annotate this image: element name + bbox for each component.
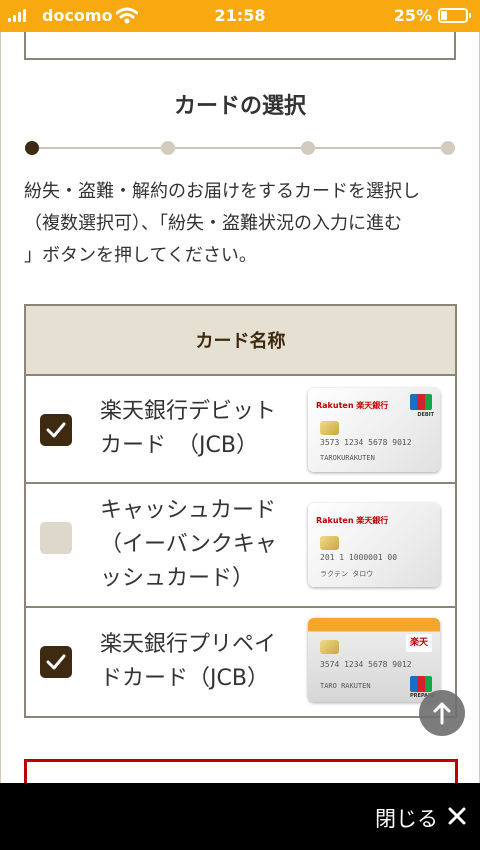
- card-type-tag: DEBIT: [417, 412, 434, 418]
- instructions-line: （複数選択可）、「紛失・盗難状況の入力に進む: [24, 213, 402, 234]
- card-brand-text: Rakuten 楽天銀行: [316, 516, 389, 525]
- card-brand-text: 楽天: [406, 634, 432, 652]
- card-number: 3573 1234 5678 9012: [320, 438, 412, 447]
- card-name-line: カード （JCB）: [100, 433, 258, 458]
- chip-icon: [320, 421, 339, 435]
- close-icon[interactable]: [448, 807, 466, 825]
- jcb-logo-icon: [410, 394, 432, 410]
- card-holder: TARO RAKUTEN: [320, 682, 371, 690]
- card-name-line: 楽天銀行デビット: [100, 399, 277, 424]
- card-name-line: 楽天銀行プリペイ: [100, 632, 277, 657]
- debit-card-image: Rakuten 楽天銀行 DEBIT 3573 1234 5678 9012 T…: [308, 388, 440, 472]
- checkmark-icon: [46, 654, 66, 670]
- instructions-text: 紛失・盗難・解約のお届けをするカードを選択し （複数選択可）、「紛失・盗難状況の…: [24, 176, 460, 272]
- card-brand-text: Rakuten 楽天銀行: [316, 401, 389, 410]
- card-name: 楽天銀行デビット カード （JCB）: [100, 395, 300, 463]
- progress-stepper: [25, 138, 455, 158]
- card-holder: ラクテン タロウ: [320, 570, 374, 578]
- stepper-line: [30, 147, 450, 149]
- card-name-line: キャッシュカード: [100, 498, 277, 523]
- card-number: 201 1 1000001 00: [320, 553, 398, 562]
- instructions-line: 」ボタンを押してください。: [24, 245, 257, 266]
- table-row-cash-card[interactable]: キャッシュカード （イーバンクキャ ッシュカード） Rakuten 楽天銀行 2…: [26, 484, 455, 608]
- chip-icon: [320, 640, 339, 654]
- card-name-line: （イーバンクキャ: [100, 532, 277, 557]
- card-name-line: ドカード（JCB）: [100, 666, 269, 691]
- arrow-up-icon: [433, 702, 451, 725]
- cash-card-image: Rakuten 楽天銀行 201 1 1000001 00 ラクテン タロウ: [308, 503, 440, 587]
- battery-percent: 25%: [393, 6, 432, 25]
- card-name: 楽天銀行プリペイ ドカード（JCB）: [100, 628, 300, 696]
- checkbox-debit-card[interactable]: [40, 414, 72, 446]
- instructions-line: 紛失・盗難・解約のお届けをするカードを選択し: [24, 181, 420, 202]
- prepaid-card-image: 楽天 3574 1234 5678 9012 TARO RAKUTEN PREP…: [308, 618, 440, 702]
- card-selection-table: カード名称 楽天銀行デビット カード （JCB） Rakuten 楽天銀行 DE…: [24, 304, 457, 718]
- table-header-card-name: カード名称: [26, 306, 455, 376]
- card-name: キャッシュカード （イーバンクキャ ッシュカード）: [100, 494, 300, 596]
- checkbox-prepaid-card[interactable]: [40, 646, 72, 678]
- step-2-dot: [161, 141, 175, 155]
- step-1-dot: [25, 141, 39, 155]
- step-3-dot: [301, 141, 315, 155]
- chip-icon: [320, 536, 339, 550]
- page-title: カードの選択: [173, 94, 306, 119]
- card-name-line: ッシュカード）: [100, 566, 255, 591]
- step-4-dot: [441, 141, 455, 155]
- card-number: 3574 1234 5678 9012: [320, 660, 412, 669]
- bottom-close-bar: 閉じる: [0, 783, 480, 850]
- table-row-prepaid-card[interactable]: 楽天銀行プリペイ ドカード（JCB） 楽天 3574 1234 5678 901…: [26, 608, 455, 716]
- battery-icon: [438, 8, 471, 23]
- status-bar: docomo 21:58 25%: [0, 0, 480, 32]
- card-holder: TAROKURAKUTEN: [320, 454, 375, 462]
- previous-section-box: [24, 32, 456, 60]
- scroll-to-top-button[interactable]: [419, 690, 465, 736]
- checkbox-cash-card[interactable]: [40, 522, 72, 554]
- close-button[interactable]: 閉じる: [375, 803, 438, 833]
- table-row-debit-card[interactable]: 楽天銀行デビット カード （JCB） Rakuten 楽天銀行 DEBIT 35…: [26, 376, 455, 484]
- jcb-logo-icon: [410, 676, 432, 692]
- checkmark-icon: [46, 422, 66, 438]
